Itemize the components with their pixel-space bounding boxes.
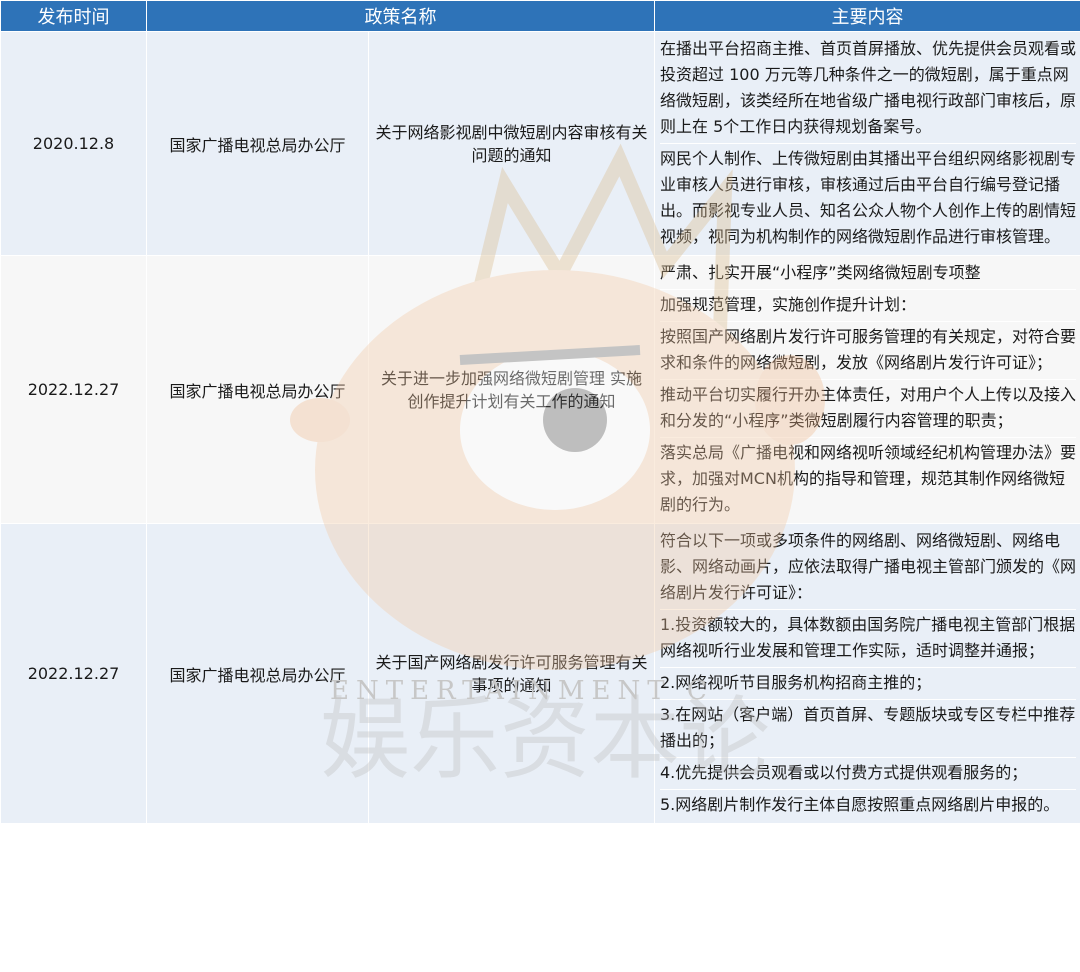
content-item: 2.网络视听节目服务机构招商主推的；: [660, 668, 1076, 700]
table-row: 2022.12.27 国家广播电视总局办公厅 关于进一步加强网络微短剧管理 实施…: [0, 255, 1080, 524]
issuing-office: 国家广播电视总局办公厅: [146, 523, 369, 824]
content-item: 5.网络剧片制作发行主体自愿按照重点网络剧片申报的。: [660, 795, 1060, 814]
content-item: 落实总局《广播电视和网络视听领域经纪机构管理办法》要求，加强对MCN机构的指导和…: [660, 443, 1077, 514]
main-content: 严肃、扎实开展“小程序”类网络微短剧专项整 加强规范管理，实施创作提升计划： 按…: [654, 255, 1080, 524]
content-item: 严肃、扎实开展“小程序”类网络微短剧专项整: [660, 258, 1076, 290]
main-content: 在播出平台招商主推、首页首屏播放、优先提供会员观看或投资超过 100 万元等几种…: [654, 31, 1080, 256]
main-content: 符合以下一项或多项条件的网络剧、网络微短剧、网络电影、网络动画片，应依法取得广播…: [654, 523, 1080, 824]
publish-date: 2022.12.27: [0, 255, 147, 524]
policy-name: 关于进一步加强网络微短剧管理 实施创作提升计划有关工作的通知: [368, 255, 655, 524]
policy-name: 关于国产网络剧发行许可服务管理有关事项的通知: [368, 523, 655, 824]
table-row: 2020.12.8 国家广播电视总局办公厅 关于网络影视剧中微短剧内容审核有关问…: [0, 31, 1080, 256]
content-item: 推动平台切实履行开办主体责任，对用户个人上传以及接入和分发的“小程序”类微短剧履…: [660, 380, 1076, 438]
header-date: 发布时间: [0, 0, 147, 32]
header-row: 发布时间 政策名称 主要内容: [0, 0, 1080, 32]
publish-date: 2022.12.27: [0, 523, 147, 824]
content-item: 在播出平台招商主推、首页首屏播放、优先提供会员观看或投资超过 100 万元等几种…: [660, 34, 1076, 144]
table-row: 2022.12.27 国家广播电视总局办公厅 关于国产网络剧发行许可服务管理有关…: [0, 523, 1080, 824]
content-item: 网民个人制作、上传微短剧由其播出平台组织网络影视剧专业审核人员进行审核，审核通过…: [660, 149, 1077, 246]
policy-name: 关于网络影视剧中微短剧内容审核有关问题的通知: [368, 31, 655, 256]
issuing-office: 国家广播电视总局办公厅: [146, 255, 369, 524]
content-item: 1.投资额较大的，具体数额由国务院广播电视主管部门根据网络视听行业发展和管理工作…: [660, 610, 1076, 668]
content-item: 4.优先提供会员观看或以付费方式提供观看服务的；: [660, 758, 1076, 790]
content-item: 加强规范管理，实施创作提升计划：: [660, 290, 1076, 322]
policy-table: 发布时间 政策名称 主要内容 2020.12.8 国家广播电视总局办公厅 关于网…: [0, 0, 1080, 824]
header-content: 主要内容: [654, 0, 1080, 32]
content-item: 符合以下一项或多项条件的网络剧、网络微短剧、网络电影、网络动画片，应依法取得广播…: [660, 526, 1076, 610]
header-policy-name: 政策名称: [146, 0, 655, 32]
publish-date: 2020.12.8: [0, 31, 147, 256]
content-item: 3.在网站（客户端）首页首屏、专题版块或专区专栏中推荐播出的；: [660, 700, 1076, 758]
content-item: 按照国产网络剧片发行许可服务管理的有关规定，对符合要求和条件的网络微短剧，发放《…: [660, 322, 1076, 380]
issuing-office: 国家广播电视总局办公厅: [146, 31, 369, 256]
